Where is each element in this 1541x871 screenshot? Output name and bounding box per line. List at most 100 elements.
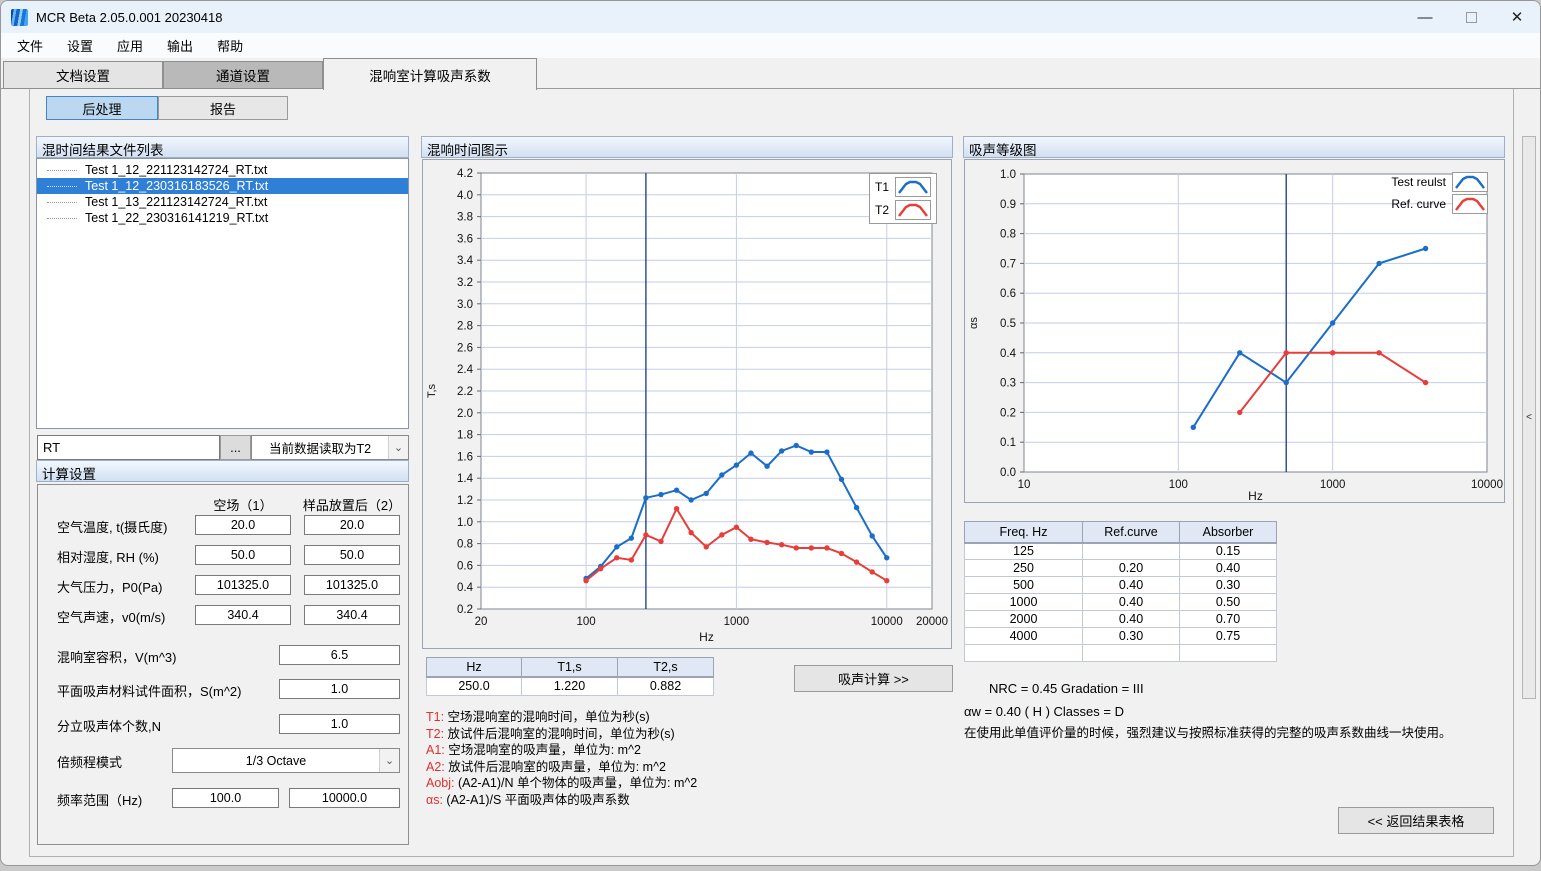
menu-settings[interactable]: 设置 [55,33,105,58]
sample-area-field[interactable] [279,679,400,699]
file-list-header: 混时间结果文件列表 [36,136,409,158]
svg-text:0.8: 0.8 [1000,229,1016,241]
list-item[interactable]: Test 1_12_221123142724_RT.txt [37,162,408,178]
list-item[interactable]: Test 1_12_230316183526_RT.txt [37,178,408,194]
svg-text:1000: 1000 [1320,479,1346,491]
close-icon: ✕ [1511,8,1524,26]
grade-chart-header: 吸声等级图 [963,136,1505,158]
table-cell: 0.40 [1083,611,1180,628]
menu-output[interactable]: 输出 [155,33,205,58]
app-icon [11,9,28,26]
table-cell: 2000 [965,611,1083,628]
legend-item-t1: T1 [875,177,931,197]
octave-mode-label: 倍频程模式 [57,752,122,771]
pressure-2-field[interactable] [304,575,400,595]
table-cell: 0.882 [618,677,714,696]
menu-apply[interactable]: 应用 [105,33,155,58]
svg-text:100: 100 [1169,479,1188,491]
tab-reverb-absorption[interactable]: 混响室计算吸声系数 [323,58,537,90]
table-cell: 0.70 [1180,611,1277,628]
freq-range-high-field[interactable] [289,788,400,808]
sound-speed-2-field[interactable] [304,605,400,625]
menu-file[interactable]: 文件 [5,33,55,58]
close-button[interactable]: ✕ [1494,1,1540,33]
rt-name-input[interactable] [37,435,220,460]
svg-text:2.6: 2.6 [457,342,473,354]
pressure-1-field[interactable] [195,575,291,595]
data-read-select[interactable]: 当前数据读取为T2 ⌄ [251,435,409,460]
chevron-left-icon: < [1526,412,1532,423]
menu-bar: 文件 设置 应用 输出 帮助 [1,33,1540,58]
svg-text:1000: 1000 [724,616,750,628]
grade-chart-legend: Test reulst Ref. curve [1391,172,1488,214]
maximize-button[interactable] [1448,1,1494,33]
minimize-button[interactable]: — [1402,1,1448,33]
table-cell: 1.220 [522,677,618,696]
rt-file-list[interactable]: Test 1_12_221123142724_RT.txtTest 1_12_2… [36,158,409,429]
humidity-label: 相对湿度, RH (%) [57,547,159,566]
subtab-report[interactable]: 报告 [158,96,288,120]
collapse-panel-handle[interactable]: < [1522,136,1536,699]
octave-mode-select[interactable]: 1/3 Octave ⌄ [172,748,400,773]
table-row: 20000.400.70 [965,611,1277,628]
absorber-count-label: 分立吸声体个数,N [57,716,161,735]
browse-button[interactable]: ... [220,435,251,460]
octave-mode-value: 1/3 Octave [173,749,379,772]
table-cell: 4000 [965,628,1083,645]
column-header: T2,s [618,658,714,677]
svg-text:0.3: 0.3 [1000,378,1016,390]
note-line: αs: (A2-A1)/S 平面吸声体的吸声系数 [426,792,697,809]
file-name: Test 1_22_230316141219_RT.txt [85,211,268,225]
list-item[interactable]: Test 1_22_230316141219_RT.txt [37,210,408,226]
air-temp-label: 空气温度, t(摄氏度) [57,517,168,536]
data-read-value: 当前数据读取为T2 [252,436,388,459]
humidity-1-field[interactable] [195,545,291,565]
legend-notes: T1: 空场混响室的混响时间，单位为秒(s)T2: 放试件后混响室的混响时间，单… [426,709,697,808]
svg-text:1.0: 1.0 [1000,169,1016,181]
back-to-results-button[interactable]: << 返回结果表格 [1338,807,1494,834]
list-item[interactable]: Test 1_13_221123142724_RT.txt [37,194,408,210]
svg-text:10000: 10000 [1471,479,1503,491]
tree-branch-icon [47,170,77,171]
table-row: 2500.200.40 [965,560,1277,577]
svg-text:10: 10 [1018,479,1031,491]
freq-range-low-field[interactable] [172,788,279,808]
title-bar: MCR Beta 2.05.0.001 20230418 — ✕ [1,1,1540,33]
svg-text:0.4: 0.4 [457,582,474,594]
svg-text:0.2: 0.2 [457,604,473,616]
nrc-result: NRC = 0.45 Gradation = III [989,681,1144,696]
svg-text:1.2: 1.2 [457,495,473,507]
svg-text:0.2: 0.2 [1000,407,1016,419]
single-value-note: 在使用此单值评价量的时候，强烈建议与按照标准获得的完整的吸声系数曲线一块使用。 [964,722,1494,741]
menu-help[interactable]: 帮助 [205,33,255,58]
tab-channel-settings[interactable]: 通道设置 [163,61,323,89]
sound-speed-1-field[interactable] [195,605,291,625]
chevron-down-icon: ⌄ [379,749,399,772]
humidity-2-field[interactable] [304,545,400,565]
air-temp-2-field[interactable] [304,515,400,535]
pressure-label: 大气压力，P0(Pa) [57,577,162,596]
t2-curve-icon [895,200,931,220]
tab-doc-settings[interactable]: 文档设置 [3,61,163,89]
calc-settings-header: 计算设置 [36,460,409,482]
absorber-count-field[interactable] [279,714,400,734]
svg-text:T,s: T,s [426,383,438,398]
svg-text:0.9: 0.9 [1000,199,1016,211]
svg-text:10000: 10000 [871,616,903,628]
legend-item-ref-curve: Ref. curve [1391,194,1488,214]
svg-text:3.0: 3.0 [457,299,473,311]
room-volume-field[interactable] [279,645,400,665]
rt-chart[interactable]: 0.20.40.60.81.01.21.41.61.82.02.22.42.62… [423,160,951,648]
table-cell: 1000 [965,594,1083,611]
absorb-calc-button[interactable]: 吸声计算 >> [794,665,953,692]
room-volume-label: 混响室容积，V(m^3) [57,647,177,666]
tree-branch-icon [47,218,77,219]
rt-chart-box: 0.20.40.60.81.01.21.41.61.82.02.22.42.62… [422,159,952,649]
air-temp-1-field[interactable] [195,515,291,535]
ref-curve-icon [1452,194,1488,214]
table-cell: 250.0 [427,677,522,696]
subtab-postprocess[interactable]: 后处理 [46,96,158,120]
column-header: Freq. Hz [965,522,1083,543]
rt-result-table: HzT1,sT2,s250.01.2200.882 [426,657,714,696]
app-window: MCR Beta 2.05.0.001 20230418 — ✕ 文件 设置 应… [0,0,1541,866]
